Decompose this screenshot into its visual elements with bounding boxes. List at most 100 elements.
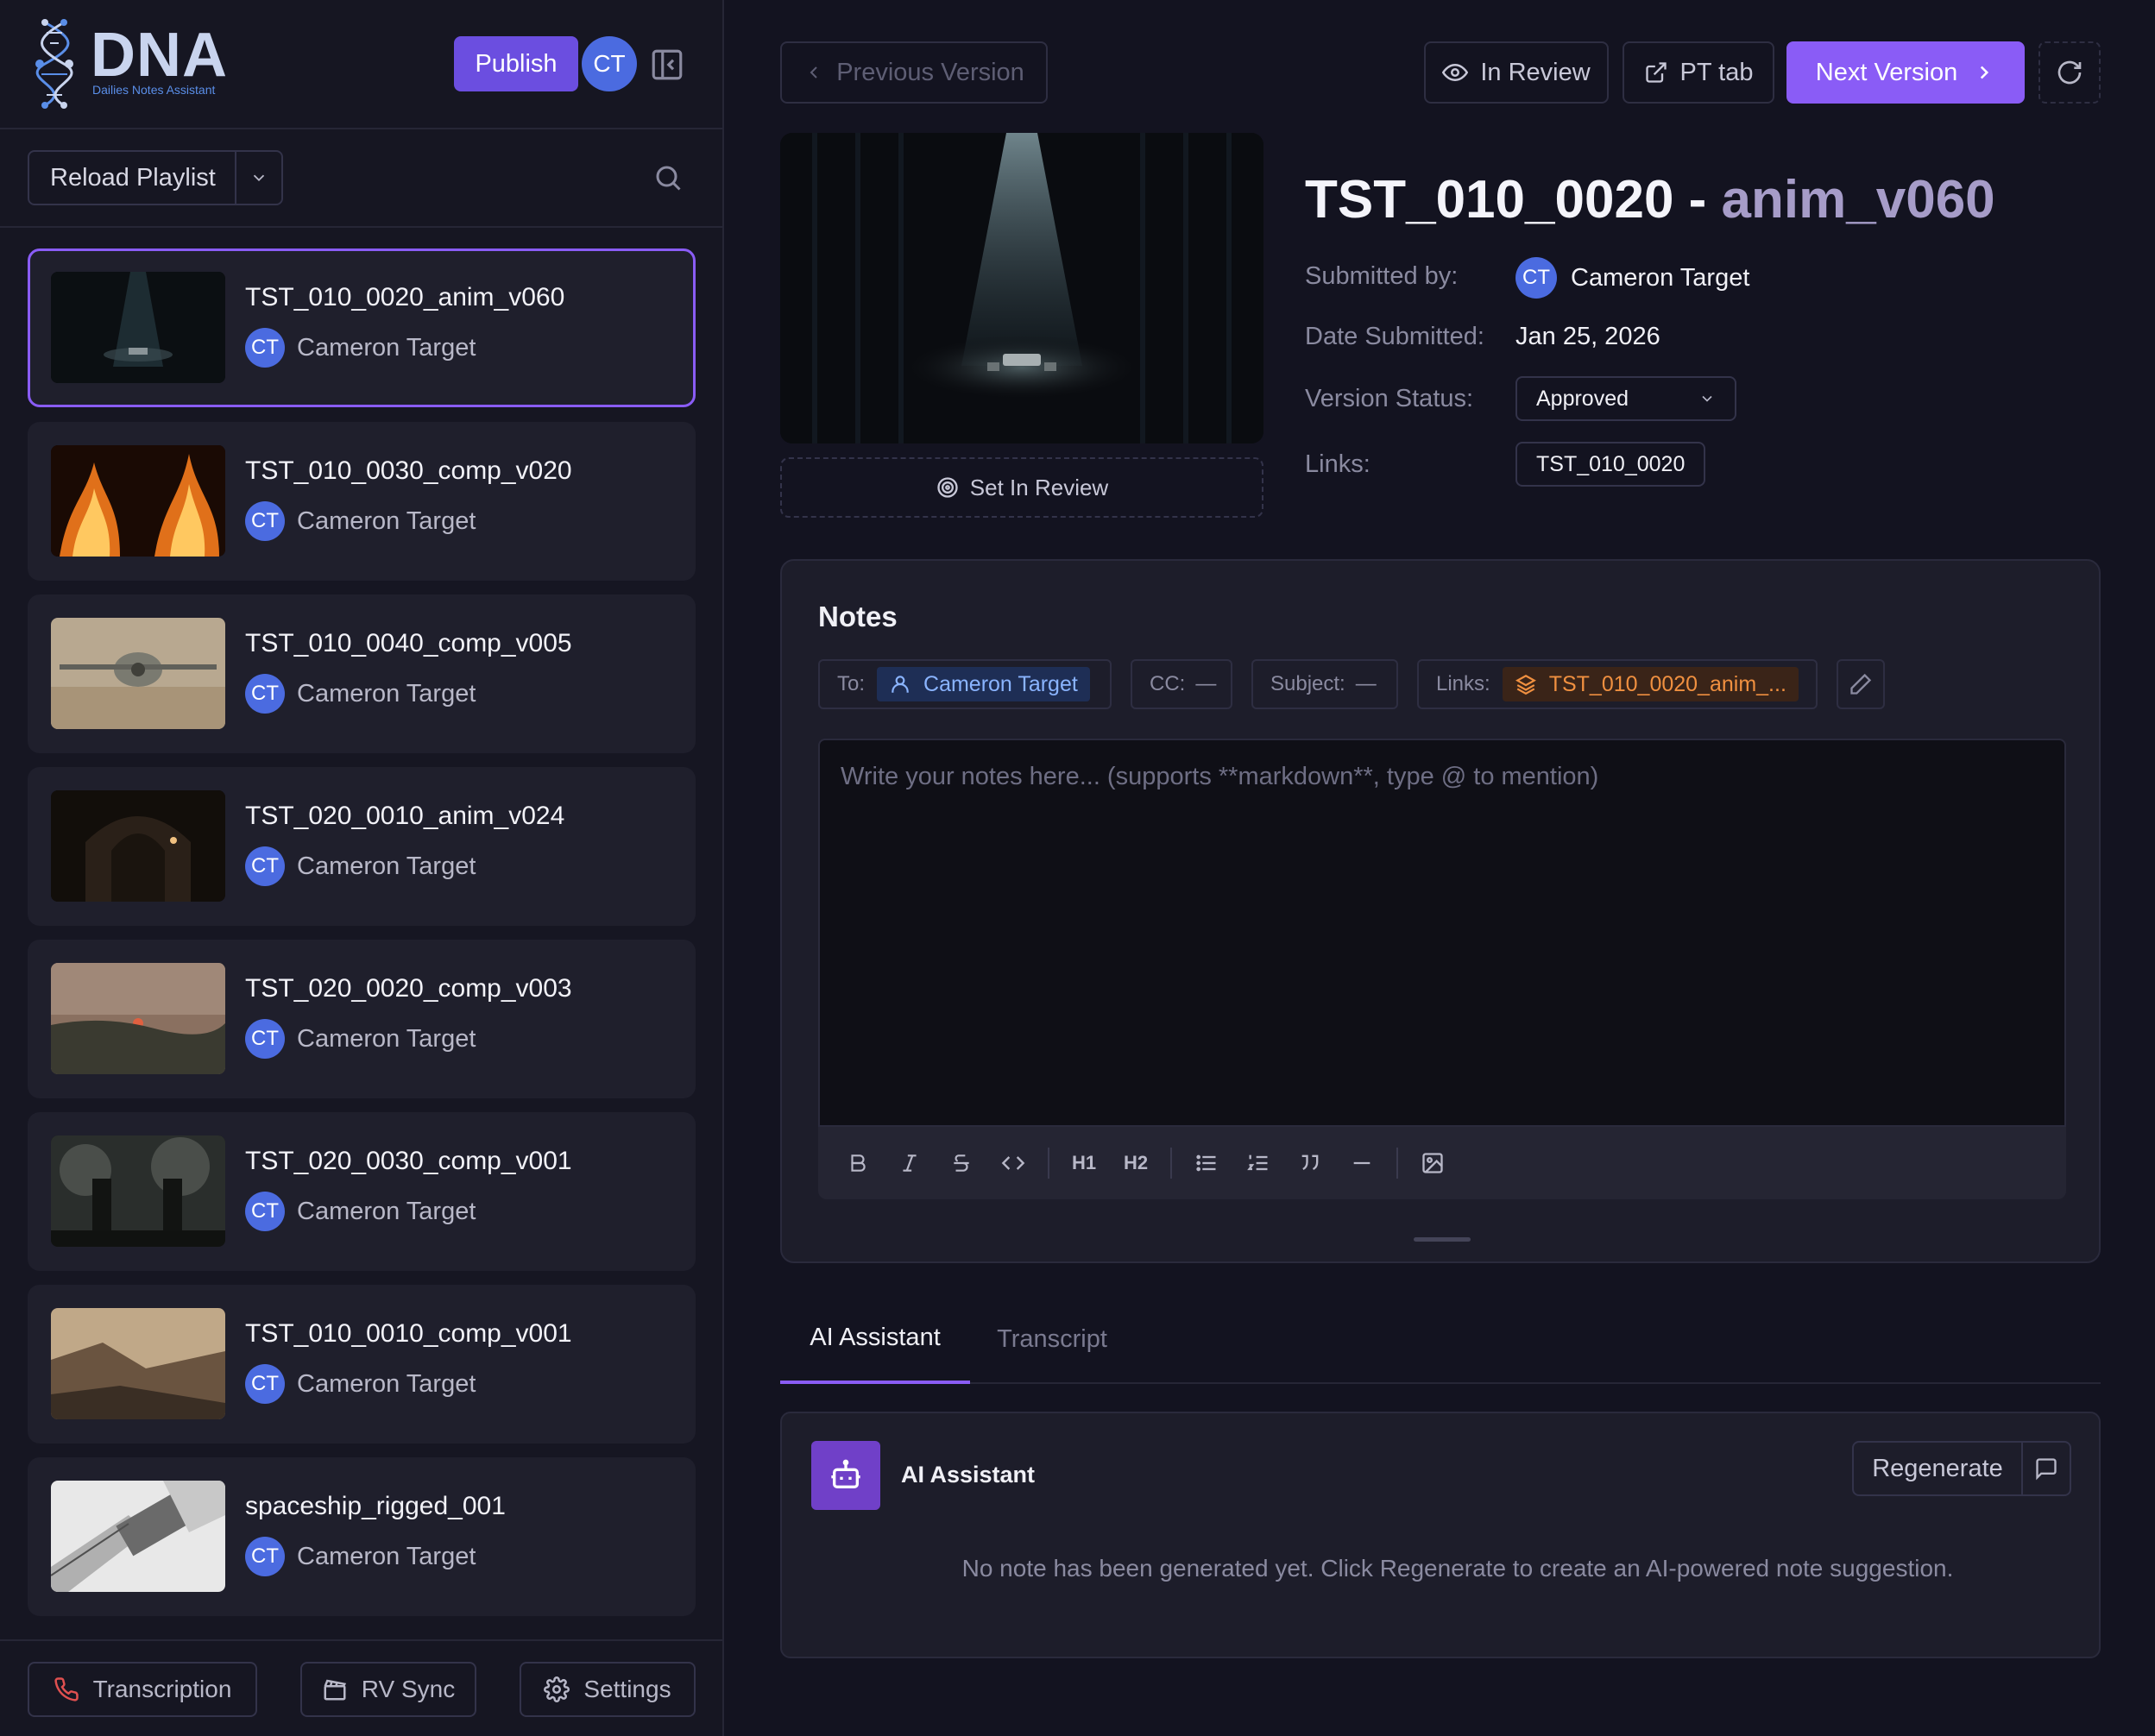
next-version-button[interactable]: Next Version	[1786, 41, 2025, 104]
reload-playlist-button[interactable]: Reload Playlist	[28, 150, 283, 205]
version-user: CT Cameron Target	[245, 1019, 476, 1059]
version-title: TST_010_0020_anim_v060	[245, 283, 565, 311]
numbered-list-icon[interactable]	[1239, 1144, 1277, 1182]
version-status-select[interactable]: Approved	[1515, 376, 1736, 421]
ai-assistant-panel: AI Assistant Regenerate No note has been…	[780, 1412, 2101, 1658]
to-field[interactable]: To: Cameron Target	[818, 659, 1112, 709]
to-recipient[interactable]: Cameron Target	[877, 667, 1090, 701]
version-thumbnail	[51, 1135, 225, 1247]
version-card[interactable]: TST_010_0010_comp_v001 CT Cameron Target	[28, 1285, 696, 1444]
version-thumbnail	[51, 618, 225, 729]
submitted-by: CT Cameron Target	[1515, 257, 1749, 299]
collapse-sidebar-icon[interactable]	[649, 47, 685, 83]
publish-button[interactable]: Publish	[454, 36, 578, 91]
cc-value: —	[1195, 672, 1217, 695]
eye-icon	[1442, 63, 1469, 82]
user-name: Cameron Target	[297, 506, 476, 535]
pt-tab-label: PT tab	[1679, 58, 1754, 86]
notes-editor[interactable]	[818, 739, 2066, 1127]
user-avatar[interactable]: CT	[582, 36, 637, 91]
code-icon[interactable]	[994, 1144, 1032, 1182]
version-title: TST_010_0010_comp_v001	[245, 1319, 572, 1348]
avatar: CT	[245, 846, 285, 886]
external-link-icon	[1645, 62, 1667, 83]
subject-field[interactable]: Subject: —	[1251, 659, 1398, 709]
sidebar: DNA Dailies Notes Assistant Publish CT R…	[0, 0, 724, 1736]
shot-name: TST_010_0020	[1305, 170, 1674, 230]
version-card[interactable]: TST_010_0030_comp_v020 CT Cameron Target	[28, 422, 696, 581]
search-icon[interactable]	[652, 162, 684, 193]
version-card[interactable]: TST_020_0020_comp_v003 CT Cameron Target	[28, 940, 696, 1098]
divider	[0, 128, 724, 129]
tab-transcript[interactable]: Transcript	[970, 1294, 1134, 1384]
regenerate-group: Regenerate	[1852, 1441, 2071, 1496]
to-recipient-name: Cameron Target	[923, 671, 1078, 696]
refresh-button[interactable]	[2038, 41, 2101, 104]
set-in-review-label: Set In Review	[969, 474, 1109, 500]
horizontal-rule-icon[interactable]	[1343, 1144, 1381, 1182]
version-title: spaceship_rigged_001	[245, 1492, 506, 1520]
bullet-list-icon[interactable]	[1188, 1144, 1226, 1182]
version-thumbnail	[51, 272, 225, 383]
in-review-button[interactable]: In Review	[1424, 41, 1609, 104]
tab-ai-assistant[interactable]: AI Assistant	[780, 1294, 970, 1384]
version-card[interactable]: TST_020_0030_comp_v001 CT Cameron Target	[28, 1112, 696, 1271]
version-card[interactable]: TST_010_0020_anim_v060 CT Cameron Target	[28, 248, 696, 407]
ai-assistant-title: AI Assistant	[901, 1462, 1036, 1488]
rv-sync-button[interactable]: RV Sync	[300, 1662, 476, 1717]
edit-button[interactable]	[1837, 659, 1885, 709]
avatar: CT	[245, 1192, 285, 1231]
toolbar-separator	[1170, 1148, 1172, 1179]
refresh-icon	[2057, 60, 2082, 85]
strikethrough-icon[interactable]	[942, 1144, 980, 1182]
set-in-review-button[interactable]: Set In Review	[780, 457, 1263, 518]
linked-version[interactable]: TST_010_0020_anim_...	[1502, 667, 1799, 701]
previous-version-button[interactable]: Previous Version	[780, 41, 1048, 104]
version-thumbnail	[51, 445, 225, 557]
previous-version-label: Previous Version	[836, 58, 1024, 86]
transcription-button[interactable]: Transcription	[28, 1662, 257, 1717]
links-field[interactable]: Links: TST_010_0020_anim_...	[1417, 659, 1818, 709]
settings-button[interactable]: Settings	[520, 1662, 696, 1717]
avatar: CT	[245, 328, 285, 368]
link-tag[interactable]: TST_010_0020	[1515, 442, 1706, 487]
divider	[0, 226, 724, 228]
message-icon[interactable]	[2021, 1443, 2070, 1494]
notes-panel: Notes To: Cameron Target CC: — Subject: …	[780, 559, 2101, 1263]
version-status-label: Version Status:	[1305, 385, 1474, 412]
avatar: CT	[245, 501, 285, 541]
pt-tab-button[interactable]: PT tab	[1623, 41, 1774, 104]
bottom-tabs: AI Assistant Transcript	[780, 1294, 2101, 1384]
version-preview[interactable]	[780, 133, 1263, 443]
dna-helix-icon	[35, 19, 73, 109]
image-icon[interactable]	[1414, 1144, 1452, 1182]
heading2-icon[interactable]: H2	[1117, 1144, 1155, 1182]
user-name: Cameron Target	[297, 1024, 476, 1053]
to-label: To:	[837, 672, 866, 695]
resize-handle[interactable]	[1414, 1237, 1471, 1242]
version-title: TST_020_0030_comp_v001	[245, 1147, 572, 1175]
notes-heading: Notes	[818, 601, 898, 632]
cc-field[interactable]: CC: —	[1131, 659, 1232, 709]
chevron-down-icon	[1702, 395, 1712, 402]
title-separator: -	[1673, 170, 1722, 230]
regenerate-button[interactable]: Regenerate	[1854, 1443, 2021, 1494]
version-thumbnail	[51, 1481, 225, 1592]
cc-label: CC:	[1150, 672, 1186, 695]
chevron-down-icon[interactable]	[235, 152, 281, 204]
version-user: CT Cameron Target	[245, 1192, 476, 1231]
version-card[interactable]: TST_020_0010_anim_v024 CT Cameron Target	[28, 767, 696, 926]
user-name: Cameron Target	[297, 1542, 476, 1570]
version-card[interactable]: spaceship_rigged_001 CT Cameron Target	[28, 1457, 696, 1616]
user-name: Cameron Target	[297, 333, 476, 362]
version-title: TST_010_0040_comp_v005	[245, 629, 572, 657]
heading1-icon[interactable]: H1	[1065, 1144, 1103, 1182]
italic-icon[interactable]	[891, 1144, 929, 1182]
version-card[interactable]: TST_010_0040_comp_v005 CT Cameron Target	[28, 594, 696, 753]
notes-textarea[interactable]	[820, 740, 2064, 1125]
quote-icon[interactable]	[1291, 1144, 1329, 1182]
bold-icon[interactable]	[839, 1144, 877, 1182]
avatar: CT	[245, 674, 285, 714]
reload-playlist-label: Reload Playlist	[50, 163, 216, 192]
chevron-right-icon	[1981, 66, 1989, 79]
